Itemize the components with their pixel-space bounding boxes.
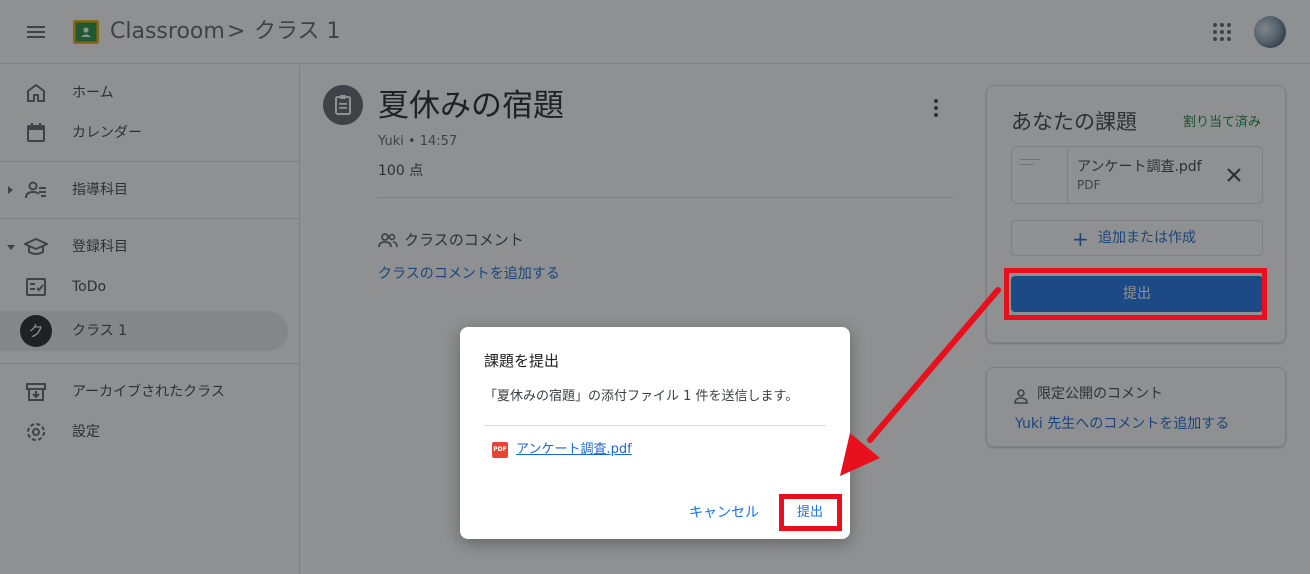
dialog-attachment-link[interactable]: アンケート調査.pdf: [516, 440, 632, 460]
dialog-divider: [484, 425, 826, 426]
pdf-file-icon: PDF: [492, 442, 508, 458]
dialog-message: 「夏休みの宿題」の添付ファイル 1 件を送信します。: [484, 389, 799, 404]
dialog-submit-highlight-box: [779, 494, 842, 531]
dialog-title: 課題を提出: [484, 352, 560, 370]
cancel-button[interactable]: キャンセル: [684, 501, 764, 525]
turn-in-highlight-box: [1004, 268, 1267, 320]
